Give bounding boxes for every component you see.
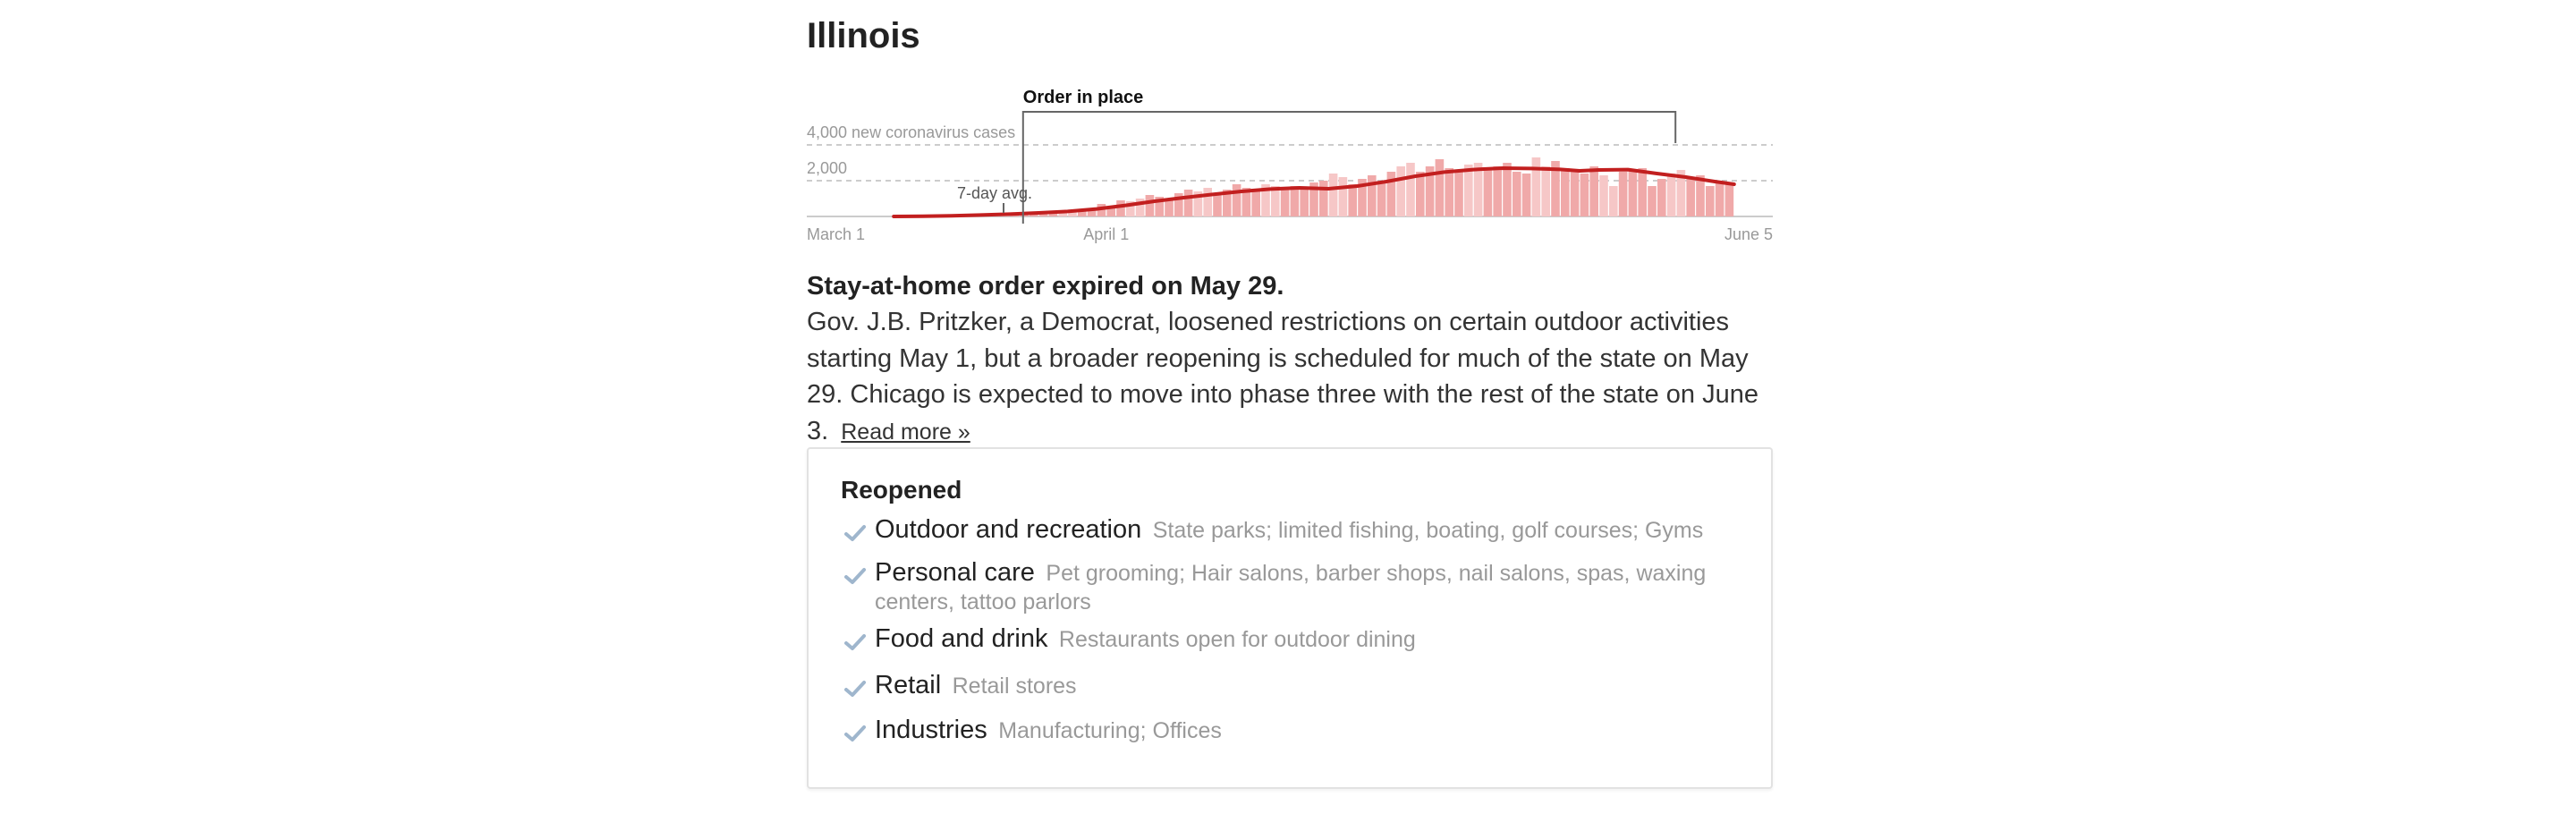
case-bar — [1232, 184, 1241, 216]
case-bar — [1493, 166, 1502, 216]
reopened-item-text: Outdoor and recreation State parks; limi… — [875, 517, 1769, 547]
case-bar — [1599, 175, 1608, 216]
case-bar — [1589, 166, 1598, 216]
reopened-item-name: Retail — [875, 671, 942, 699]
reopened-item-detail: State parks; limited fishing, boating, g… — [1152, 518, 1704, 543]
case-bar — [1483, 170, 1493, 216]
case-bar — [1724, 182, 1734, 216]
case-bar — [1251, 190, 1260, 216]
case-bar — [1657, 179, 1666, 216]
case-bar — [1706, 186, 1715, 216]
chart-labels: 4,000 new coronavirus cases 2,000 March 1 A… — [807, 123, 1773, 243]
check-icon — [844, 568, 866, 584]
reopened-item-detail: Manufacturing; Offices — [998, 718, 1222, 743]
avg-label: 7-day avg. — [957, 184, 1032, 202]
case-bar — [1464, 165, 1473, 216]
order-label: Order in place — [1023, 88, 1144, 107]
case-bar — [1145, 195, 1155, 216]
reopened-item-name: Food and drink — [875, 624, 1048, 653]
reopened-item: Retail Retail stores — [841, 673, 1769, 702]
case-bar — [1561, 168, 1570, 216]
reopened-item-text: Retail Retail stores — [875, 673, 1769, 702]
x-tick-label: April 1 — [1083, 225, 1129, 243]
chart-gridlines — [807, 144, 1773, 217]
case-bar — [1377, 181, 1386, 216]
summary-body: Gov. J.B. Pritzker, a Democrat, loosened… — [807, 304, 1773, 450]
reopened-item-detail: Retail stores — [952, 674, 1077, 699]
reopened-item-text: Food and drink Restaurants open for outd… — [875, 626, 1769, 656]
case-bar — [1280, 190, 1290, 216]
check-icon — [844, 634, 866, 650]
case-bar — [1368, 175, 1377, 216]
check-icon — [844, 725, 866, 741]
case-bar — [1348, 184, 1357, 216]
case-bar — [1203, 188, 1212, 216]
x-tick-label: March 1 — [807, 225, 865, 243]
summary: Stay-at-home order expired on May 29. Go… — [807, 268, 1773, 450]
y-tick-label: 2,000 — [807, 159, 847, 177]
case-bar — [1648, 186, 1657, 216]
case-bar — [1416, 172, 1425, 216]
case-bar — [1454, 170, 1463, 216]
case-bar — [1116, 200, 1125, 216]
case-bar — [1328, 174, 1338, 216]
case-bar — [1686, 177, 1695, 216]
case-bar — [1406, 163, 1415, 216]
case-bar — [1300, 188, 1309, 216]
case-bar — [1541, 166, 1550, 216]
reopened-heading: Reopened — [841, 476, 962, 504]
case-bar — [1503, 163, 1512, 216]
reopened-item-name: Industries — [875, 716, 987, 744]
case-bar — [1396, 166, 1405, 216]
reopened-item: Outdoor and recreation State parks; limi… — [841, 517, 1769, 547]
case-bar — [1618, 172, 1628, 216]
case-bar — [1290, 186, 1300, 216]
reopened-item-detail: Restaurants open for outdoor dining — [1058, 627, 1416, 652]
cases-chart: Order in place 7-day avg. 4,000 new coron… — [807, 88, 1773, 243]
case-bar — [1570, 172, 1580, 216]
read-more-link[interactable]: Read more » — [841, 419, 970, 445]
case-bar — [1435, 159, 1445, 216]
summary-headline: Stay-at-home order expired on May 29. — [807, 272, 1284, 301]
case-bar — [1715, 181, 1724, 216]
case-bar — [1213, 195, 1222, 216]
reopened-item-text: Personal care Pet grooming; Hair salons,… — [875, 560, 1769, 618]
case-bar — [1183, 190, 1193, 216]
reopened-item-text: Industries Manufacturing; Offices — [875, 717, 1769, 747]
case-bar — [1638, 168, 1647, 216]
x-tick-label: June 5 — [1724, 225, 1773, 243]
reopened-item-name: Personal care — [875, 558, 1035, 587]
check-icon — [844, 525, 866, 541]
case-bar — [1521, 174, 1531, 216]
case-bar — [1666, 174, 1676, 216]
case-bar — [1319, 181, 1328, 216]
case-bar — [1531, 157, 1541, 216]
y-tick-label: 4,000 new coronavirus cases — [807, 123, 1015, 141]
case-bar — [1513, 172, 1521, 216]
reopened-item: Personal care Pet grooming; Hair salons,… — [841, 560, 1769, 618]
case-bar — [1609, 186, 1618, 216]
reopened-item-name: Outdoor and recreation — [875, 515, 1142, 544]
reopened-item: Industries Manufacturing; Offices — [841, 717, 1769, 747]
state-title: Illinois — [807, 16, 920, 55]
reopened-item: Food and drink Restaurants open for outd… — [841, 626, 1769, 656]
case-bar — [1628, 170, 1638, 216]
check-icon — [844, 681, 866, 697]
reopened-box: Reopened Outdoor and recreation State pa… — [807, 447, 1773, 789]
case-bar — [1338, 177, 1348, 216]
case-bar — [1580, 174, 1589, 216]
case-bar — [1445, 168, 1453, 216]
